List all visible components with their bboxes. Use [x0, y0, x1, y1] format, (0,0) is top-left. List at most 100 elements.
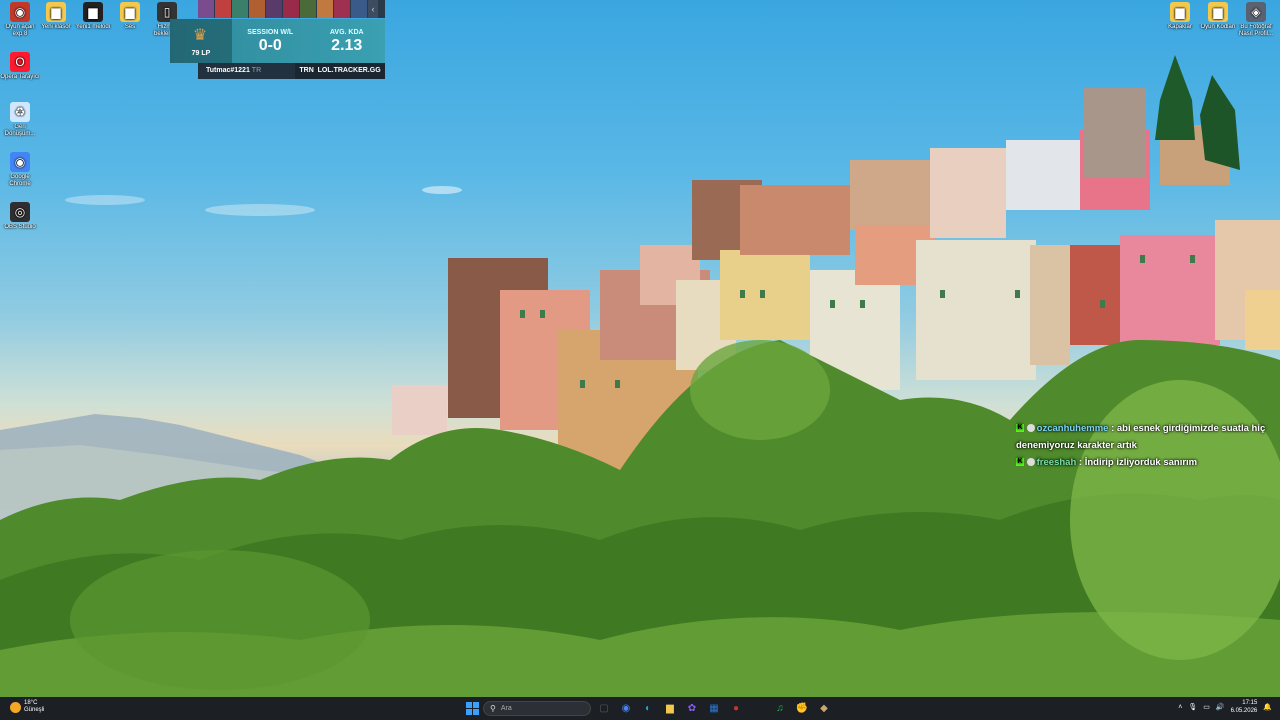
champion-portrait-icon: [249, 0, 265, 18]
network-icon[interactable]: ▭: [1203, 703, 1210, 711]
rank-block: ♛ 79 LP: [170, 19, 232, 63]
sun-icon: [10, 701, 21, 713]
league-taskbar-icon[interactable]: ◆: [815, 700, 833, 718]
region-code: TRN: [299, 67, 314, 74]
subscriber-badge-icon: [1026, 458, 1035, 467]
obs-icon: ◎: [10, 202, 30, 222]
taskbar-search[interactable]: ⚲ Ara: [483, 701, 591, 716]
start-button[interactable]: [466, 702, 479, 715]
system-tray: ˄ 🎙 ▭ 🔊 17:15 6.05.2026 🔔: [1178, 699, 1272, 715]
chat-message: K freeshah : İndirip izliyorduk sanırım: [1016, 454, 1278, 471]
desktop-icon-label: Geri Dönüşüm...: [4, 124, 36, 137]
search-placeholder: Ara: [500, 705, 512, 712]
file-explorer-icon[interactable]: ▆: [661, 700, 679, 718]
desktop-icon-label: Opera Tarayıcı: [0, 74, 40, 80]
weather-temp: 18°C: [24, 700, 38, 706]
summoner-region: TR: [251, 67, 262, 74]
volume-icon[interactable]: 🔊: [1216, 703, 1225, 711]
edge-taskbar-icon[interactable]: ◐: [639, 700, 657, 718]
desktop-icon-label: OBS Studio: [4, 224, 36, 230]
desktop-wallpaper: [0, 0, 1280, 697]
weather-desc: Güneşli: [24, 707, 45, 713]
champion-portrait-icon: [266, 0, 282, 18]
spotify-taskbar-icon[interactable]: ♫: [771, 700, 789, 718]
lol-tracker-overlay: ‹ ♛ 79 LP SESSION W/L 0-0 AVG. KDA 2.13 …: [170, 0, 385, 80]
photo-app-icon: ◈: [1246, 2, 1266, 22]
desktop-icon-label: Bu Fotoğraf Nasıl Profil...: [1238, 24, 1273, 37]
kda-value: 2.13: [331, 37, 363, 54]
folder-icon: ▆: [1170, 2, 1190, 22]
chrome-icon: ◉: [10, 152, 30, 172]
left-desktop-icon[interactable]: ◉ Google Chrome: [0, 152, 40, 188]
chat-message: K ozcanhuhemme : abi esnek girdiğimizde …: [1016, 420, 1278, 454]
kick-badge-icon: K: [1016, 424, 1024, 433]
champion-portrait-icon: [317, 0, 333, 18]
recycle-bin-icon: ♻: [10, 102, 30, 122]
tracker-stats-panel: ♛ 79 LP SESSION W/L 0-0 AVG. KDA 2.13: [170, 19, 385, 63]
chrome-taskbar-icon[interactable]: ◉: [617, 700, 635, 718]
taskbar-center: ⚲ Ara ▢ ◉ ◐ ▆ ✿ ▦ ● ♨ ♫ ✊ ◆: [466, 699, 833, 718]
task-view-icon[interactable]: ▢: [595, 700, 613, 718]
right-desktop-icon[interactable]: ◈ Bu Fotoğraf Nasıl Profil...: [1236, 2, 1276, 38]
tracker-site: LOL.TRACKER.GG: [317, 67, 381, 74]
left-desktop-icon[interactable]: ♻ Geri Dönüşüm...: [0, 102, 40, 138]
left-desktop-icon[interactable]: ▆ Ses: [110, 2, 150, 31]
folder-icon: ▆: [46, 2, 66, 22]
weather-widget[interactable]: 18°C Güneşli: [10, 700, 44, 714]
clock-time: 17:15: [1242, 700, 1258, 706]
desktop-icon-label: Google Chrome: [9, 174, 31, 187]
wallpaper-landscape: [0, 55, 1280, 697]
champion-portrait-icon: [334, 0, 350, 18]
opera-icon: O: [10, 52, 30, 72]
desktop-icon-label: Oyun Kodları: [1200, 24, 1236, 30]
summoner-id: Tutmac#1221: [206, 67, 250, 74]
desktop-icon-label: Oyun açan exp 8: [5, 24, 35, 37]
kick-badge-icon: K: [1016, 458, 1024, 467]
champion-portrait-icon: [283, 0, 299, 18]
chat-text: : İndirip izliyorduk sanırım: [1078, 457, 1198, 468]
kda-stat: AVG. KDA 2.13: [309, 19, 386, 63]
rank-emblem-icon: ♛: [192, 27, 208, 44]
taskbar: 18°C Güneşli ⚲ Ara ▢ ◉ ◐ ▆ ✿ ▦ ● ♨ ♫ ✊ ◆ ˄ 🎙 ▭ 🔊 1…: [0, 697, 1280, 720]
notification-bell-icon[interactable]: 🔔: [1263, 703, 1272, 711]
summoner-name: Tutmac#1221 TR: [198, 63, 295, 79]
desktop-icon-label: Ses: [124, 24, 136, 30]
tracker-footer: Tutmac#1221 TR TRN LOL.TRACKER.GG: [198, 63, 385, 79]
recent-champions-strip: ‹: [198, 0, 385, 18]
left-desktop-icon[interactable]: ▆ Yeni1 melodi: [73, 2, 113, 31]
kda-label: AVG. KDA: [329, 29, 364, 36]
chat-username: ozcanhuhemme: [1036, 423, 1109, 434]
mic-icon[interactable]: 🎙: [1188, 703, 1197, 711]
kick-chat-overlay: K ozcanhuhemme : abi esnek girdiğimizde …: [1016, 420, 1278, 471]
tracker-brand: TRN LOL.TRACKER.GG: [295, 63, 385, 79]
champion-portrait-icon: [300, 0, 316, 18]
chevron-up-icon[interactable]: ˄: [1178, 704, 1182, 711]
folder-icon: ▆: [1208, 2, 1228, 22]
left-desktop-icon[interactable]: ▆ Yeni klasör: [36, 2, 76, 31]
session-stat: SESSION W/L 0-0: [232, 19, 309, 63]
left-desktop-icon[interactable]: O Opera Tarayıcı: [0, 52, 40, 81]
game-icon: ◉: [10, 2, 30, 22]
desktop-icon-label: Kapaklar: [1168, 24, 1192, 30]
riot-taskbar-icon[interactable]: ✊: [793, 700, 811, 718]
rank-lp: 79 LP: [191, 50, 211, 57]
chat-username: freeshah: [1036, 457, 1077, 468]
steam-taskbar-icon[interactable]: ♨: [749, 700, 767, 718]
champion-portrait-icon: [215, 0, 231, 18]
champion-portrait-icon: [351, 0, 367, 18]
left-desktop-icon[interactable]: ◉ Oyun açan exp 8: [0, 2, 40, 38]
right-desktop-icon[interactable]: ▆ Oyun Kodları: [1198, 2, 1238, 31]
photos-taskbar-icon[interactable]: ✿: [683, 700, 701, 718]
folder-dark-icon: ▆: [83, 2, 103, 22]
left-desktop-icon[interactable]: ◎ OBS Studio: [0, 202, 40, 231]
folder-icon: ▆: [120, 2, 140, 22]
desktop-icon-label: Yeni1 melodi: [75, 24, 111, 30]
store-taskbar-icon[interactable]: ▦: [705, 700, 723, 718]
clock[interactable]: 17:15 6.05.2026: [1231, 699, 1258, 715]
right-desktop-icon[interactable]: ▆ Kapaklar: [1160, 2, 1200, 31]
game-taskbar-icon[interactable]: ●: [727, 700, 745, 718]
session-value: 0-0: [258, 37, 282, 54]
champion-portrait-icon: [198, 0, 214, 18]
subscriber-badge-icon: [1026, 424, 1035, 433]
chevron-left-icon: ‹: [368, 0, 378, 18]
